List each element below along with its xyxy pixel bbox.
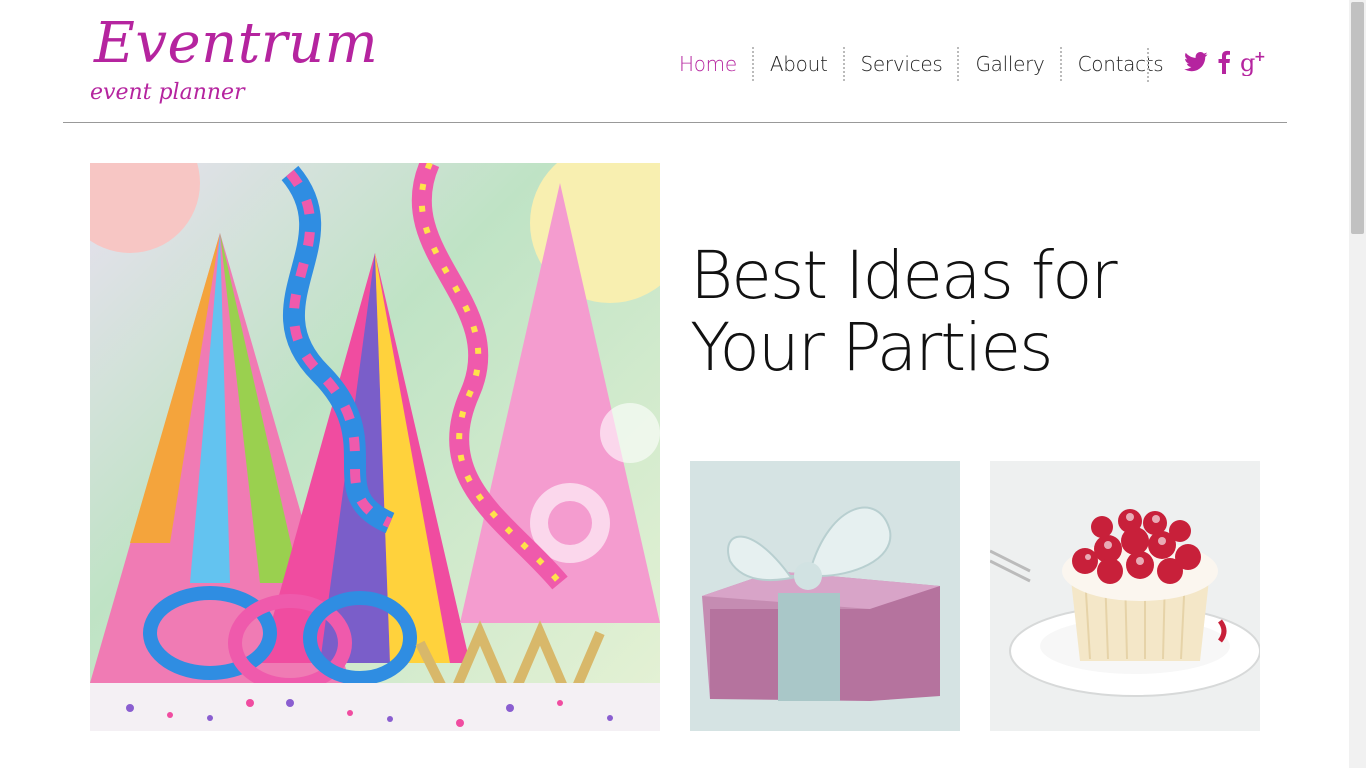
twitter-icon[interactable]	[1184, 52, 1208, 76]
nav-services[interactable]: Services	[845, 46, 958, 82]
headline-line-1: Best Ideas for	[690, 237, 1118, 314]
page: Eventrum event planner Home About Servic…	[0, 0, 1366, 768]
nav-about[interactable]: About	[754, 46, 843, 82]
scrollbar-thumb[interactable]	[1351, 2, 1364, 234]
raspberry-cake-image	[990, 461, 1260, 731]
main-nav: Home About Services Gallery Contacts	[663, 46, 1178, 82]
nav-contacts[interactable]: Contacts	[1062, 46, 1179, 82]
nav-divider	[1147, 48, 1149, 82]
svg-text:+: +	[1254, 49, 1266, 65]
logo-tagline: event planner	[90, 80, 245, 105]
social-links: g +	[1184, 48, 1268, 80]
facebook-icon[interactable]	[1218, 50, 1230, 78]
logo-title[interactable]: Eventrum	[94, 8, 378, 80]
headline-line-2: Your Parties	[690, 309, 1054, 386]
header-divider	[63, 122, 1287, 123]
google-plus-icon[interactable]: g +	[1240, 48, 1268, 80]
nav-gallery[interactable]: Gallery	[959, 46, 1059, 82]
nav-home[interactable]: Home	[663, 46, 752, 82]
gift-box-image	[690, 461, 960, 731]
hero-headline: Best Ideas for Your Parties	[690, 240, 1250, 384]
hero-party-image	[90, 163, 660, 731]
